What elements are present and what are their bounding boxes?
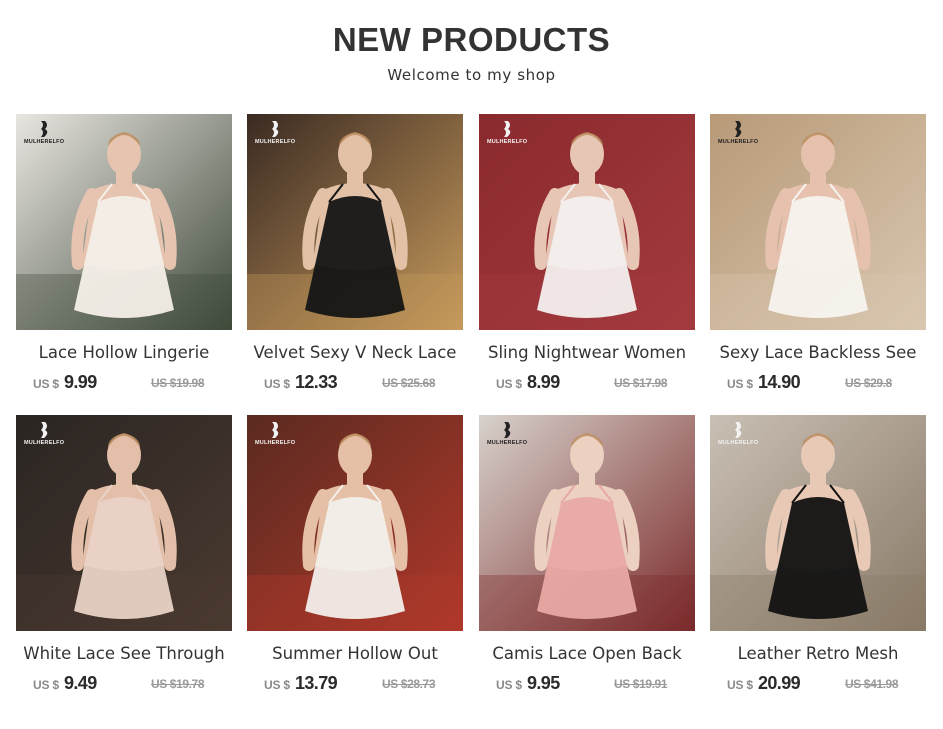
brand-logo: MULHERELFO: [718, 120, 758, 152]
product-image[interactable]: MULHERELFO: [16, 415, 232, 631]
product-card[interactable]: MULHERELFO Camis Lace Open Back US $ 9.95 U…: [479, 415, 695, 697]
price-row: US $ 12.33 US $25.68: [247, 372, 463, 396]
sale-price: US $ 9.49: [33, 673, 97, 694]
price-row: US $ 13.79 US $28.73: [247, 673, 463, 697]
price-row: US $ 20.99 US $41.98: [710, 673, 926, 697]
brand-logo-icon: [735, 121, 742, 137]
product-card[interactable]: MULHERELFO Velvet Sexy V Neck Lace US $ 12…: [247, 114, 463, 396]
sale-price-amount: 20.99: [757, 673, 801, 693]
sale-price: US $ 13.79: [264, 673, 338, 694]
product-name[interactable]: Lace Hollow Lingerie: [16, 343, 232, 363]
sale-price-amount: 9.95: [526, 673, 560, 693]
product-card[interactable]: MULHERELFO Summer Hollow Out US $ 13.79 US …: [247, 415, 463, 697]
product-image[interactable]: MULHERELFO: [247, 415, 463, 631]
brand-logo-text: MULHERELFO: [24, 440, 65, 446]
product-image[interactable]: MULHERELFO: [710, 415, 926, 631]
product-image[interactable]: MULHERELFO: [479, 415, 695, 631]
currency-label: US $: [727, 678, 753, 692]
original-price: US $19.78: [151, 677, 205, 691]
original-price: US $41.98: [845, 677, 899, 691]
sale-price-amount: 9.49: [63, 673, 97, 693]
product-card[interactable]: MULHERELFO Leather Retro Mesh US $ 20.99 US…: [710, 415, 926, 697]
original-price: US $19.91: [614, 677, 668, 691]
product-name[interactable]: Sexy Lace Backless See: [710, 343, 926, 363]
currency-label: US $: [496, 377, 522, 391]
original-price: US $19.98: [151, 376, 205, 390]
brand-logo-icon: [735, 422, 742, 438]
currency-label: US $: [727, 377, 753, 391]
currency-label: US $: [264, 377, 290, 391]
product-image[interactable]: MULHERELFO: [479, 114, 695, 330]
sale-price-amount: 14.90: [757, 372, 801, 392]
brand-logo-text: MULHERELFO: [487, 139, 528, 145]
brand-logo: MULHERELFO: [255, 421, 295, 453]
product-name[interactable]: Leather Retro Mesh: [710, 644, 926, 664]
brand-logo-icon: [272, 422, 279, 438]
original-price: US $25.68: [382, 376, 436, 390]
product-card[interactable]: MULHERELFO Sexy Lace Backless See US $ 14.…: [710, 114, 926, 396]
product-name[interactable]: Sling Nightwear Women: [479, 343, 695, 363]
brand-logo: MULHERELFO: [718, 421, 758, 453]
price-row: US $ 9.49 US $19.78: [16, 673, 232, 697]
sale-price-amount: 8.99: [526, 372, 560, 392]
product-name[interactable]: Camis Lace Open Back: [479, 644, 695, 664]
brand-logo-icon: [504, 121, 511, 137]
brand-logo-icon: [41, 422, 48, 438]
product-card[interactable]: MULHERELFO Sling Nightwear Women US $ 8.99…: [479, 114, 695, 396]
product-card[interactable]: MULHERELFO Lace Hollow Lingerie US $ 9.99 U…: [16, 114, 232, 396]
currency-label: US $: [33, 377, 59, 391]
sale-price: US $ 12.33: [264, 372, 338, 393]
sale-price-amount: 12.33: [294, 372, 338, 392]
sale-price-amount: 9.99: [63, 372, 97, 392]
product-image[interactable]: MULHERELFO: [16, 114, 232, 330]
price-row: US $ 9.95 US $19.91: [479, 673, 695, 697]
product-name[interactable]: White Lace See Through: [16, 644, 232, 664]
brand-logo: MULHERELFO: [487, 120, 527, 152]
currency-label: US $: [496, 678, 522, 692]
sale-price: US $ 8.99: [496, 372, 560, 393]
brand-logo: MULHERELFO: [255, 120, 295, 152]
brand-logo: MULHERELFO: [24, 421, 64, 453]
currency-label: US $: [33, 678, 59, 692]
currency-label: US $: [264, 678, 290, 692]
brand-logo-text: MULHERELFO: [718, 139, 759, 145]
brand-logo-text: MULHERELFO: [24, 139, 65, 145]
sale-price: US $ 9.99: [33, 372, 97, 393]
brand-logo-text: MULHERELFO: [255, 440, 296, 446]
sale-price: US $ 9.95: [496, 673, 560, 694]
original-price: US $28.73: [382, 677, 436, 691]
brand-logo-text: MULHERELFO: [487, 440, 528, 446]
original-price: US $29.8: [845, 376, 892, 390]
product-image[interactable]: MULHERELFO: [710, 114, 926, 330]
brand-logo-text: MULHERELFO: [255, 139, 296, 145]
brand-logo-icon: [41, 121, 48, 137]
sale-price-amount: 13.79: [294, 673, 338, 693]
price-row: US $ 14.90 US $29.8: [710, 372, 926, 396]
brand-logo-text: MULHERELFO: [718, 440, 759, 446]
sale-price: US $ 20.99: [727, 673, 801, 694]
price-row: US $ 9.99 US $19.98: [16, 372, 232, 396]
sale-price: US $ 14.90: [727, 372, 801, 393]
product-name[interactable]: Summer Hollow Out: [247, 644, 463, 664]
brand-logo-icon: [272, 121, 279, 137]
product-image[interactable]: MULHERELFO: [247, 114, 463, 330]
brand-logo-icon: [504, 422, 511, 438]
price-row: US $ 8.99 US $17.98: [479, 372, 695, 396]
product-grid: MULHERELFO Lace Hollow Lingerie US $ 9.99 U…: [0, 0, 943, 729]
product-card[interactable]: MULHERELFO White Lace See Through US $ 9.4…: [16, 415, 232, 697]
brand-logo: MULHERELFO: [24, 120, 64, 152]
product-name[interactable]: Velvet Sexy V Neck Lace: [247, 343, 463, 363]
brand-logo: MULHERELFO: [487, 421, 527, 453]
original-price: US $17.98: [614, 376, 668, 390]
